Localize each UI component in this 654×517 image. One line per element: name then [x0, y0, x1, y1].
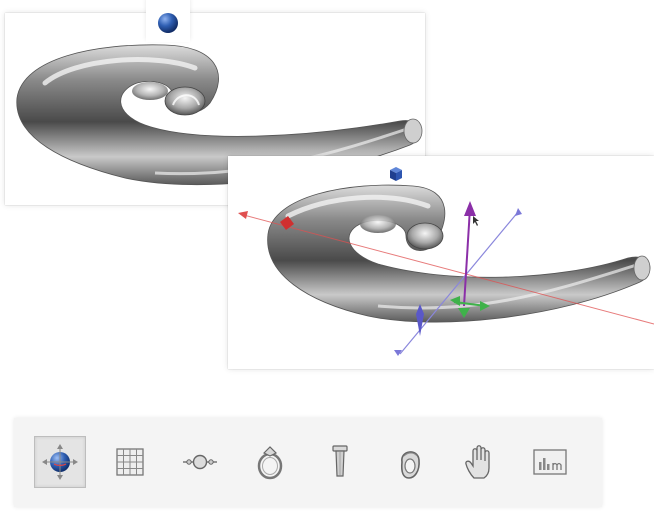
tool-palette — [14, 418, 602, 507]
prong-tool-button[interactable] — [314, 436, 366, 488]
curl-knob — [164, 86, 206, 116]
gem-chain-icon — [183, 454, 217, 470]
orbit-icon — [42, 444, 78, 480]
orbit-tool-button[interactable] — [34, 436, 86, 488]
gem-setting-tool-button[interactable] — [174, 436, 226, 488]
ring-shank-tool-button[interactable] — [384, 436, 436, 488]
sphere-gizmo-tab[interactable] — [146, 0, 190, 42]
pan-hand-tool-button[interactable] — [454, 436, 506, 488]
cube-gizmo-tab[interactable] — [375, 156, 415, 190]
curl-knob — [406, 222, 444, 250]
prong-icon — [332, 445, 348, 477]
grid-icon — [116, 448, 144, 476]
shank-icon — [400, 451, 420, 479]
y-axis-arrow — [464, 201, 476, 216]
ring-tool-button[interactable] — [244, 436, 296, 488]
measure-icon — [533, 449, 567, 475]
grid-tool-button[interactable] — [104, 436, 156, 488]
cursor-icon — [473, 216, 479, 226]
viewport-axis-mode[interactable] — [228, 156, 654, 369]
hand-icon — [465, 445, 490, 479]
z-axis-arrow-top — [515, 208, 522, 216]
measure-tool-button[interactable] — [524, 436, 576, 488]
sphere-icon[interactable] — [146, 0, 190, 42]
horn-model-view-2 — [238, 184, 654, 356]
ring-icon — [257, 446, 283, 480]
cube-icon[interactable] — [375, 156, 415, 190]
x-axis-arrow — [238, 211, 248, 219]
